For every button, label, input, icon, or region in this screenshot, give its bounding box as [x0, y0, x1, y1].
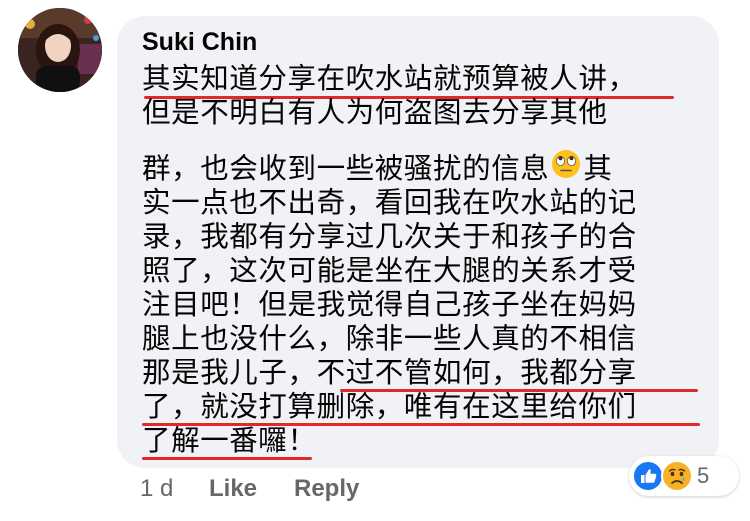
comment-line-text: 其	[583, 152, 613, 185]
comment-line: 实一点也不出奇，看回我在吹水站的记	[142, 186, 702, 220]
comment-line: 照了，这次可能是坐在大腿的关系才受	[142, 254, 702, 288]
reaction-count: 5	[697, 463, 710, 488]
comment-line: 了，就没打算删除，唯有在这里给你们	[142, 390, 702, 426]
sad-reaction-icon	[661, 460, 693, 496]
reply-button[interactable]: Reply	[294, 474, 359, 504]
comment-line-text: 腿上也没什么，除非一些人真的不相信	[142, 322, 637, 355]
comment-line-text: 其实知道分享在吹水站就预算被人讲，	[142, 62, 637, 95]
comment-line-text: 了解一番囉！	[142, 424, 317, 457]
comment-line: 其实知道分享在吹水站就预算被人讲，	[142, 62, 702, 99]
comment-line-text: 注目吧！但是我觉得自己孩子坐在妈妈	[142, 288, 637, 321]
comment-line: 录，我都有分享过几次关于和孩子的合	[142, 220, 702, 254]
avatar[interactable]	[18, 8, 102, 92]
like-reaction-icon	[632, 460, 664, 496]
comment-line-text: 照了，这次可能是坐在大腿的关系才受	[142, 254, 637, 287]
comment-line-text: 但是不明白有人为何盗图去分享其他	[142, 96, 608, 129]
comment-line-text: 那是我儿子，不过不管如何，我都分享	[142, 356, 637, 389]
comment-author[interactable]: Suki Chin	[142, 27, 257, 57]
comment-line: 但是不明白有人为何盗图去分享其他	[142, 96, 702, 130]
comment-line-text: 群，也会收到一些被骚扰的信息	[142, 152, 550, 185]
comment-line-text: 录，我都有分享过几次关于和孩子的合	[142, 220, 637, 253]
comment-line: 那是我儿子，不过不管如何，我都分享	[142, 356, 702, 392]
comment-line: 注目吧！但是我觉得自己孩子坐在妈妈	[142, 288, 702, 322]
comment-line-text: 实一点也不出奇，看回我在吹水站的记	[142, 186, 637, 219]
comment-text: 其实知道分享在吹水站就预算被人讲， 但是不明白有人为何盗图去分享其他 群，也会收…	[142, 62, 702, 460]
comment-line: 腿上也没什么，除非一些人真的不相信	[142, 322, 702, 356]
face-with-rolling-eyes-emoji	[551, 149, 581, 187]
comment-line: 群，也会收到一些被骚扰的信息其	[142, 149, 702, 187]
comment-line: 了解一番囉！	[142, 424, 702, 460]
like-button[interactable]: Like	[209, 474, 257, 504]
avatar-photo	[18, 8, 102, 92]
red-underline	[142, 457, 312, 460]
comment-bubble: Suki Chin 其实知道分享在吹水站就预算被人讲， 但是不明白有人为何盗图去…	[117, 16, 719, 468]
comment-line-text: 了，就没打算删除，唯有在这里给你们	[142, 390, 637, 423]
comment-timestamp[interactable]: 1 d	[140, 474, 173, 504]
reaction-summary[interactable]: 5	[629, 456, 739, 496]
